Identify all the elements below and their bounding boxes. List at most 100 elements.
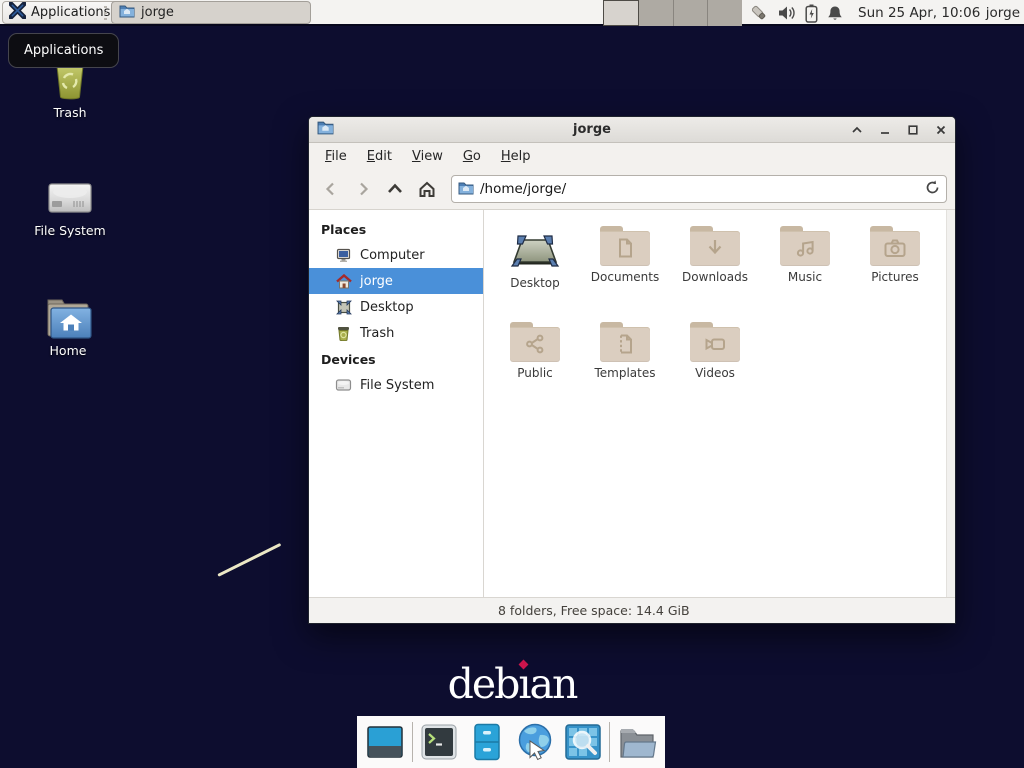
app-finder-icon (563, 722, 603, 762)
file-manager-launcher[interactable] (466, 721, 508, 763)
workspace-4[interactable] (708, 0, 742, 26)
workspace-switcher (603, 0, 742, 26)
templates-folder-icon (600, 322, 650, 362)
toolbar (309, 169, 955, 210)
top-panel: Applications jorge (0, 0, 1024, 26)
folder-item-public[interactable]: Public (490, 316, 580, 412)
titlebar[interactable]: jorge (309, 117, 955, 143)
drive-icon (335, 377, 352, 394)
status-text: 8 folders, Free space: 14.4 GiB (309, 603, 690, 618)
window-controls (850, 123, 947, 136)
window-content: Places Computer (309, 210, 955, 597)
sidebar-item-label: Desktop (360, 300, 414, 315)
up-button[interactable] (381, 175, 409, 203)
web-browser-icon (514, 721, 556, 763)
sidebar-item-label: Computer (360, 248, 425, 263)
menubar: File Edit View Go Help (309, 143, 955, 169)
maximize-button[interactable] (906, 123, 919, 136)
terminal-icon (419, 722, 459, 762)
desktop-special-icon (490, 220, 580, 272)
sidebar-item-computer[interactable]: Computer (309, 242, 483, 268)
desktop-icon-file-system[interactable]: File System (18, 168, 122, 238)
folder-label: Videos (670, 366, 760, 380)
directory-menu-button[interactable] (616, 721, 658, 763)
reload-icon[interactable] (925, 180, 940, 199)
show-desktop-button[interactable] (364, 721, 406, 763)
workspace-1[interactable] (603, 0, 639, 26)
sidebar-item-trash[interactable]: Trash (309, 320, 483, 346)
wallpaper-scratch-line (217, 543, 281, 577)
file-cabinet-icon (467, 722, 507, 762)
desktop-icon-home[interactable]: Home (16, 288, 120, 358)
folder-view[interactable]: Desktop Documents (484, 210, 946, 597)
folder-label: Pictures (850, 270, 940, 284)
applications-menu-label: Applications (31, 5, 110, 20)
menu-go[interactable]: Go (453, 146, 491, 167)
sidebar-item-desktop[interactable]: Desktop (309, 294, 483, 320)
desktop-icon-label: Home (16, 343, 120, 358)
sidebar-item-jorge[interactable]: jorge (309, 268, 483, 294)
folder-item-pictures[interactable]: Pictures (850, 220, 940, 316)
desktop-icon (335, 299, 352, 316)
folder-item-documents[interactable]: Documents (580, 220, 670, 316)
desktop-icon-label: Trash (18, 105, 122, 120)
panel-username[interactable]: jorge (986, 0, 1020, 26)
battery-icon[interactable] (805, 4, 818, 23)
back-button[interactable] (317, 175, 345, 203)
taskbar-button-label: jorge (141, 5, 174, 20)
workspace-3[interactable] (674, 0, 709, 26)
forward-button[interactable] (349, 175, 377, 203)
close-button[interactable] (934, 123, 947, 136)
workspace-2[interactable] (639, 0, 674, 26)
minimize-button[interactable] (878, 123, 891, 136)
menu-view[interactable]: View (402, 146, 453, 167)
web-browser-launcher[interactable] (514, 721, 556, 763)
show-desktop-icon (365, 722, 405, 762)
panel-drag-handle[interactable] (104, 6, 108, 20)
folder-item-videos[interactable]: Videos (670, 316, 760, 412)
menu-edit[interactable]: Edit (357, 146, 402, 167)
notifications-icon[interactable] (827, 5, 843, 22)
computer-icon (335, 247, 352, 264)
applications-tooltip: Applications (8, 33, 119, 68)
folder-item-desktop[interactable]: Desktop (490, 220, 580, 316)
pictures-folder-icon (870, 226, 920, 266)
system-tray (749, 0, 843, 26)
window-icon (317, 120, 334, 139)
folder-label: Documents (580, 270, 670, 284)
home-icon (335, 273, 352, 290)
menu-help[interactable]: Help (491, 146, 541, 167)
public-folder-icon (510, 322, 560, 362)
sidebar-item-file-system[interactable]: File System (309, 372, 483, 398)
folder-item-templates[interactable]: Templates (580, 316, 670, 412)
xfce-applications-icon (9, 2, 26, 23)
folder-item-music[interactable]: Music (760, 220, 850, 316)
trash-icon (335, 325, 352, 342)
terminal-launcher[interactable] (419, 721, 461, 763)
desktop-icon-label: File System (18, 223, 122, 238)
home-button[interactable] (413, 175, 441, 203)
applications-menu-button[interactable]: Applications (2, 1, 119, 24)
downloads-folder-icon (690, 226, 740, 266)
panel-clock[interactable]: Sun 25 Apr, 10:06 (858, 0, 980, 26)
debian-logo: debıan (430, 660, 594, 708)
app-finder-launcher[interactable] (562, 721, 604, 763)
folder-label: Downloads (670, 270, 760, 284)
sidebar-header-devices: Devices (309, 346, 483, 372)
taskbar-button-jorge[interactable]: jorge (111, 1, 311, 24)
stylus-icon[interactable] (749, 3, 769, 23)
sidebar-item-label: jorge (360, 274, 393, 289)
volume-icon[interactable] (778, 5, 796, 21)
shade-button[interactable] (850, 123, 863, 136)
dock-separator (412, 722, 413, 762)
dock-separator (609, 722, 610, 762)
vertical-scrollbar[interactable] (946, 210, 955, 597)
debian-logo-text: deb (448, 660, 519, 708)
location-bar (451, 175, 947, 203)
window-folder-icon (119, 4, 135, 22)
folder-item-downloads[interactable]: Downloads (670, 220, 760, 316)
videos-folder-icon (690, 322, 740, 362)
menu-file[interactable]: File (315, 146, 357, 167)
folder-label: Music (760, 270, 850, 284)
path-input[interactable] (480, 181, 919, 197)
